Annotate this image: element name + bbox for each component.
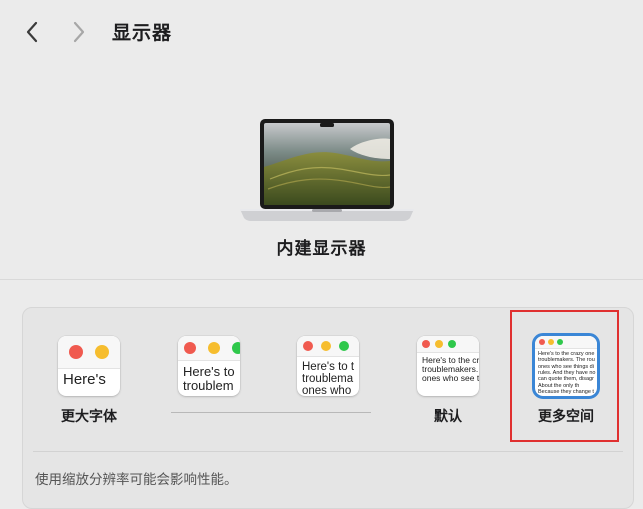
panel-divider <box>33 451 623 452</box>
preview-text: Here's to t troublema ones who <box>302 361 355 396</box>
window-titlebar <box>417 336 479 353</box>
chevron-right-icon <box>73 21 85 43</box>
close-dot-icon <box>69 345 83 359</box>
resolution-option-label: 默认 <box>434 409 462 425</box>
display-hero: 内建显示器 <box>0 64 643 280</box>
selection-highlight-box <box>510 310 619 442</box>
page-title: 显示器 <box>112 22 173 44</box>
display-name: 内建显示器 <box>276 239 367 259</box>
resolution-option-larger-text[interactable]: Here's <box>58 336 120 396</box>
chevron-left-icon <box>26 21 38 43</box>
window-titlebar <box>297 336 359 357</box>
zoom-dot-icon <box>448 340 456 348</box>
close-dot-icon <box>303 341 313 351</box>
section-divider <box>0 279 643 280</box>
close-dot-icon <box>184 342 196 354</box>
window-titlebar <box>58 336 120 369</box>
resolution-option-2[interactable]: Here's to troublem <box>178 336 240 396</box>
window-titlebar <box>178 336 240 361</box>
preview-text: Here's to troublem <box>183 364 235 393</box>
resolution-option-3[interactable]: Here's to t troublema ones who <box>297 336 359 396</box>
minimize-dot-icon <box>95 345 109 359</box>
performance-note: 使用缩放分辨率可能会影响性能。 <box>35 472 238 488</box>
preview-text: Here's <box>63 371 106 388</box>
minimize-dot-icon <box>435 340 443 348</box>
resolution-option-default[interactable]: Here's to the cr troublemakers. ones who… <box>417 336 479 396</box>
minimize-dot-icon <box>321 341 331 351</box>
minimize-dot-icon <box>208 342 220 354</box>
toolbar: 显示器 <box>0 0 643 64</box>
zoom-dot-icon <box>232 342 240 354</box>
zoom-dot-icon <box>339 341 349 351</box>
resolution-option-label: 更大字体 <box>61 409 117 425</box>
laptop-image[interactable] <box>240 119 414 221</box>
preview-text: Here's to the cr troublemakers. ones who… <box>422 355 479 383</box>
resolution-slider-track[interactable] <box>171 412 371 413</box>
forward-button[interactable] <box>65 14 93 50</box>
close-dot-icon <box>422 340 430 348</box>
back-button[interactable] <box>18 14 46 50</box>
